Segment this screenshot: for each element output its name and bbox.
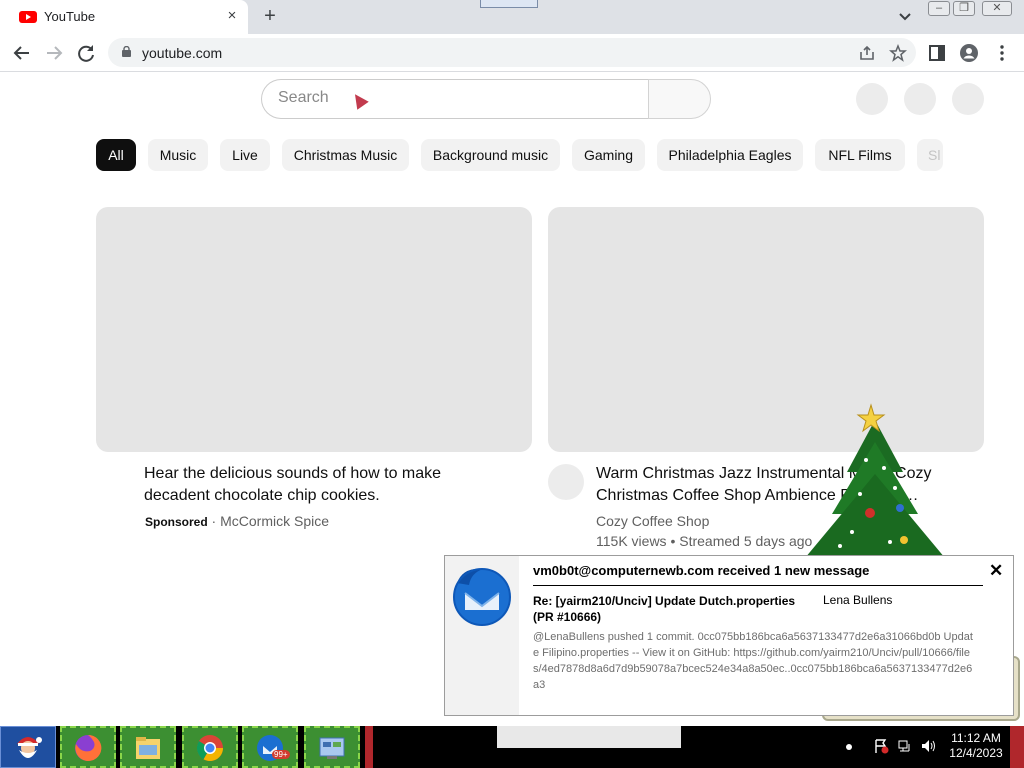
share-icon[interactable] — [858, 44, 876, 62]
clock-time: 11:12 AM — [951, 731, 1001, 745]
maximize-icon: ❐ — [959, 2, 969, 14]
video-meta-1: Sponsored · McCormick Spice — [145, 511, 329, 532]
video-stats-2: 115K views • Streamed 5 days ago — [596, 533, 813, 549]
address-bar[interactable]: youtube.com — [108, 38, 916, 67]
volume-icon[interactable] — [920, 738, 936, 754]
chip-truncated[interactable]: Sl — [917, 139, 943, 171]
search-placeholder: Search — [278, 89, 329, 106]
browser-tab-strip: YouTube × + – ❐ ✕ — [0, 0, 1024, 34]
notification-close-icon[interactable]: ✕ — [989, 561, 1003, 581]
taskbar-search-box[interactable] — [497, 726, 681, 748]
message-subject[interactable]: Re: [yairm210/Unciv] Update Dutch.proper… — [533, 593, 803, 625]
network-icon[interactable] — [897, 738, 913, 754]
folder-icon — [136, 737, 160, 759]
header-action-2[interactable] — [904, 83, 936, 115]
start-button[interactable] — [0, 726, 56, 768]
chip-music[interactable]: Music — [148, 139, 208, 171]
channel-name-1[interactable]: McCormick Spice — [220, 513, 329, 529]
profile-icon[interactable] — [959, 43, 979, 63]
side-panel-icon[interactable] — [927, 43, 947, 63]
mail-notification-popup[interactable]: vm0b0t@computernewb.com received 1 new m… — [444, 555, 1014, 716]
header-action-1[interactable] — [856, 83, 888, 115]
taskbar-edge-marker — [365, 726, 373, 768]
meta-separator: · — [207, 513, 221, 529]
control-panel-icon — [319, 737, 345, 759]
chip-nfl-films[interactable]: NFL Films — [815, 139, 905, 171]
clock-date: 12/4/2023 — [949, 746, 1003, 760]
channel-name-2[interactable]: Cozy Coffee Shop — [596, 511, 709, 531]
flag-alert-icon[interactable] — [873, 738, 889, 754]
back-icon[interactable] — [9, 40, 35, 66]
screen: YouTube × + – ❐ ✕ youtube.com Search All… — [0, 0, 1024, 768]
chip-background-music[interactable]: Background music — [421, 139, 560, 171]
close-icon: ✕ — [992, 2, 1002, 14]
tab-title: YouTube — [44, 9, 96, 24]
search-button[interactable] — [648, 79, 711, 119]
window-drag-marker — [480, 0, 538, 8]
tab-close-icon[interactable]: × — [222, 6, 242, 26]
forward-icon[interactable] — [41, 40, 67, 66]
notification-sidebar — [445, 556, 519, 715]
bookmark-star-icon[interactable] — [889, 44, 907, 62]
video-thumbnail-1[interactable] — [96, 207, 532, 452]
youtube-favicon-icon — [19, 11, 37, 23]
sponsored-label: Sponsored — [145, 515, 208, 529]
christmas-tree-icon — [805, 403, 945, 558]
window-minimize-button[interactable]: – — [928, 1, 950, 16]
unread-badge: 99+ — [272, 750, 290, 759]
chip-gaming[interactable]: Gaming — [572, 139, 645, 171]
taskbar-control-panel[interactable] — [304, 726, 360, 768]
reload-icon[interactable] — [73, 40, 99, 66]
notification-header: vm0b0t@computernewb.com received 1 new m… — [533, 563, 870, 578]
taskbar-firefox[interactable] — [60, 726, 116, 768]
search-input[interactable]: Search — [261, 79, 649, 119]
tab-youtube[interactable]: YouTube × — [0, 0, 248, 34]
url-text: youtube.com — [142, 45, 223, 61]
show-desktop-button[interactable] — [1010, 726, 1024, 768]
browser-toolbar: youtube.com — [0, 34, 1024, 72]
window-maximize-button[interactable]: ❐ — [953, 1, 975, 16]
chip-live[interactable]: Live — [220, 139, 270, 171]
kebab-menu-icon[interactable] — [992, 43, 1012, 63]
system-clock[interactable]: 11:12 AM 12/4/2023 — [944, 731, 1008, 761]
chip-philadelphia-eagles[interactable]: Philadelphia Eagles — [657, 139, 803, 171]
message-preview: @LenaBullens pushed 1 commit. 0cc075bb18… — [533, 631, 973, 691]
chip-christmas-music[interactable]: Christmas Music — [282, 139, 409, 171]
video-title-1-line-2[interactable]: decadent chocolate chip cookies. — [144, 485, 380, 507]
chip-all[interactable]: All — [96, 139, 136, 171]
firefox-icon — [75, 734, 102, 761]
taskbar-thunderbird[interactable]: 99+ — [242, 726, 298, 768]
lock-icon — [122, 46, 131, 57]
window-close-button[interactable]: ✕ — [982, 1, 1012, 16]
message-sender: Lena Bullens — [823, 593, 893, 607]
chevron-down-icon[interactable] — [896, 8, 914, 26]
taskbar-file-explorer[interactable] — [120, 726, 176, 768]
video-title-1-line-1[interactable]: Hear the delicious sounds of how to make — [144, 463, 441, 485]
taskbar-chrome[interactable] — [182, 726, 238, 768]
minimize-icon: – — [935, 2, 943, 14]
new-tab-button[interactable]: + — [258, 4, 282, 28]
thunderbird-icon — [453, 568, 511, 626]
channel-avatar[interactable] — [548, 464, 584, 500]
taskbar: 99+ 11:12 AM 12/4/2023 — [0, 726, 1024, 768]
header-action-3[interactable] — [952, 83, 984, 115]
tray-dot-icon[interactable] — [846, 744, 852, 750]
header-divider — [533, 585, 983, 586]
santa-start-icon — [17, 737, 42, 758]
chrome-icon — [196, 735, 224, 762]
